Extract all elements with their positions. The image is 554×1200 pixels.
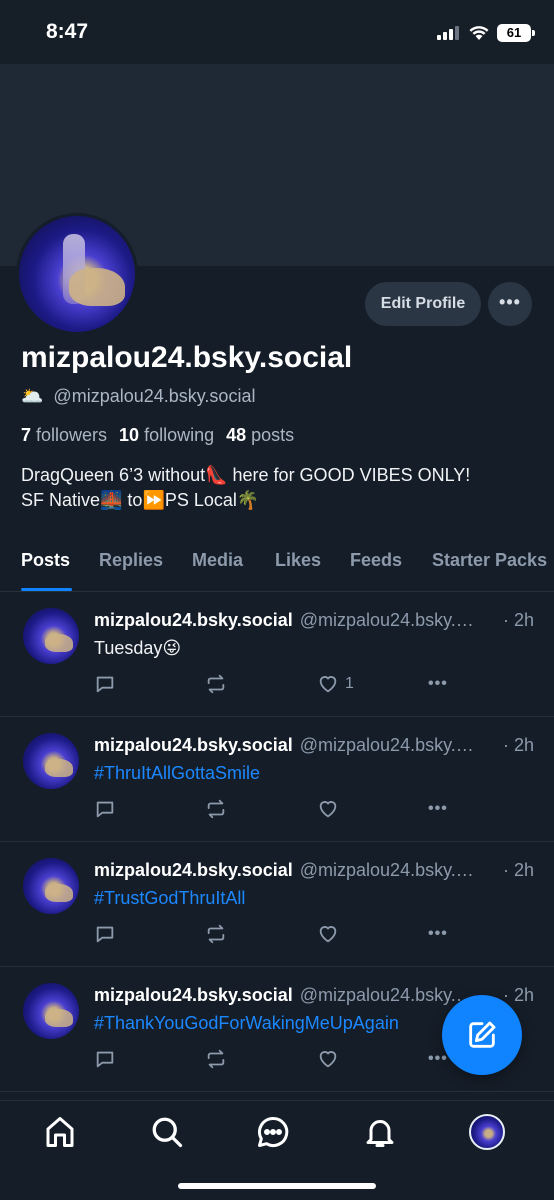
repost-button[interactable]: [205, 797, 227, 821]
active-tab-indicator: [21, 588, 72, 591]
like-button[interactable]: [317, 797, 339, 821]
bell-icon[interactable]: [362, 1114, 398, 1150]
post-time: · 2h: [502, 735, 534, 755]
profile-avatar[interactable]: [16, 213, 138, 335]
post-author-handle: @mizpalou24.bsky.social: [299, 860, 478, 880]
like-button[interactable]: [317, 922, 339, 946]
home-indicator: [178, 1183, 376, 1189]
post-author-handle: @mizpalou24.bsky.social: [299, 735, 478, 755]
status-time: 8:47: [46, 20, 89, 43]
reply-icon: [96, 801, 114, 818]
post-avatar[interactable]: [23, 983, 79, 1039]
post-header: mizpalou24.bsky.social @mizpalou24.bsky.…: [94, 735, 534, 756]
posts-count: 48: [226, 425, 247, 445]
repost-icon: [207, 674, 225, 694]
bio-line-2: SF Native🌉 to⏩PS Local🌴: [21, 490, 260, 510]
repost-button[interactable]: [205, 672, 227, 696]
profile-tabs: Posts Replies Media Likes Feeds Starter …: [0, 540, 554, 592]
post-time: · 2h: [502, 610, 534, 630]
tab-starter-packs[interactable]: Starter Packs: [432, 550, 547, 571]
tab-replies[interactable]: Replies: [99, 550, 163, 571]
post-actions: 1 •••: [94, 672, 474, 696]
followers-stat[interactable]: 7 followers: [21, 425, 107, 446]
bio-line-1: DragQueen 6’3 without👠 here for GOOD VIB…: [21, 465, 471, 485]
post-author-handle: @mizpalou24.bsky.social: [299, 610, 478, 630]
like-count: 1: [345, 675, 354, 692]
posts-stat: 48 posts: [226, 425, 294, 446]
chat-icon[interactable]: [255, 1114, 291, 1150]
post-header: mizpalou24.bsky.social @mizpalou24.bsky.…: [94, 860, 534, 881]
heart-icon: [319, 926, 337, 943]
profile-bio: DragQueen 6’3 without👠 here for GOOD VIB…: [21, 463, 536, 513]
profile-display-name: mizpalou24.bsky.social: [21, 341, 353, 374]
post-item[interactable]: mizpalou24.bsky.social @mizpalou24.bsky.…: [0, 717, 554, 842]
post-hashtag-link[interactable]: #ThankYouGodForWakingMeUpAgain: [94, 1013, 399, 1034]
post-header: mizpalou24.bsky.social @mizpalou24.bsky.…: [94, 610, 534, 631]
followers-count: 7: [21, 425, 32, 445]
post-item[interactable]: mizpalou24.bsky.social @mizpalou24.bsky.…: [0, 842, 554, 967]
post-avatar[interactable]: [23, 608, 79, 664]
reply-button[interactable]: [94, 672, 116, 696]
more-options-button[interactable]: •••: [488, 282, 532, 326]
profile-handle-row: 🌥️ @mizpalou24.bsky.social: [21, 386, 255, 407]
post-time: · 2h: [502, 860, 534, 880]
following-count: 10: [119, 425, 140, 445]
post-avatar[interactable]: [23, 858, 79, 914]
post-more-button[interactable]: •••: [428, 922, 448, 946]
post-time: · 2h: [502, 985, 534, 1005]
battery-icon: 61: [497, 24, 535, 42]
repost-icon: [207, 1049, 225, 1069]
tab-feeds[interactable]: Feeds: [350, 550, 402, 571]
post-more-button[interactable]: •••: [428, 672, 448, 696]
compose-icon: [469, 1021, 496, 1048]
compose-post-button[interactable]: [442, 995, 522, 1075]
profile-avatar-nav[interactable]: [469, 1114, 505, 1150]
repost-icon: [207, 799, 225, 819]
profile-stats: 7 followers 10 following 48 posts: [21, 425, 294, 446]
post-actions: •••: [94, 797, 474, 821]
post-hashtag-link[interactable]: #ThruItAllGottaSmile: [94, 763, 260, 784]
tab-posts[interactable]: Posts: [21, 550, 70, 571]
reply-icon: [96, 926, 114, 943]
heart-icon: [319, 676, 337, 693]
like-button[interactable]: 1: [317, 672, 354, 696]
profile-handle: @mizpalou24.bsky.social: [53, 386, 256, 406]
heart-icon: [319, 1051, 337, 1068]
heart-icon: [319, 801, 337, 818]
post-actions: •••: [94, 922, 474, 946]
following-label: following: [144, 425, 215, 445]
tab-media[interactable]: Media: [192, 550, 243, 571]
following-stat[interactable]: 10 following: [119, 425, 214, 446]
sun-cloud-emoji: 🌥️: [21, 386, 44, 406]
home-icon[interactable]: [42, 1114, 78, 1150]
followers-label: followers: [36, 425, 108, 445]
repost-button[interactable]: [205, 1047, 227, 1071]
status-bar: 8:47 61: [0, 0, 554, 64]
post-more-button[interactable]: •••: [428, 797, 448, 821]
reply-icon: [96, 1051, 114, 1068]
reply-button[interactable]: [94, 1047, 116, 1071]
edit-profile-button[interactable]: Edit Profile: [365, 282, 481, 326]
search-icon[interactable]: [149, 1114, 185, 1150]
tab-likes[interactable]: Likes: [275, 550, 321, 571]
reply-icon: [96, 676, 114, 693]
post-author-name[interactable]: mizpalou24.bsky.social: [94, 985, 293, 1006]
post-actions: •••: [94, 1047, 474, 1071]
post-text: Tuesday😜: [94, 638, 182, 658]
post-author-name[interactable]: mizpalou24.bsky.social: [94, 735, 293, 756]
posts-label: posts: [251, 425, 295, 445]
wifi-icon: [469, 26, 489, 40]
post-author-handle: @mizpalou24.bsky.social: [299, 985, 478, 1005]
repost-icon: [207, 924, 225, 944]
like-button[interactable]: [317, 1047, 339, 1071]
post-avatar[interactable]: [23, 733, 79, 789]
post-author-name[interactable]: mizpalou24.bsky.social: [94, 610, 293, 631]
repost-button[interactable]: [205, 922, 227, 946]
post-hashtag-link[interactable]: #TrustGodThruItAll: [94, 888, 245, 909]
reply-button[interactable]: [94, 922, 116, 946]
reply-button[interactable]: [94, 797, 116, 821]
post-item[interactable]: mizpalou24.bsky.social @mizpalou24.bsky.…: [0, 592, 554, 717]
signal-icon: [437, 26, 459, 40]
post-author-name[interactable]: mizpalou24.bsky.social: [94, 860, 293, 881]
